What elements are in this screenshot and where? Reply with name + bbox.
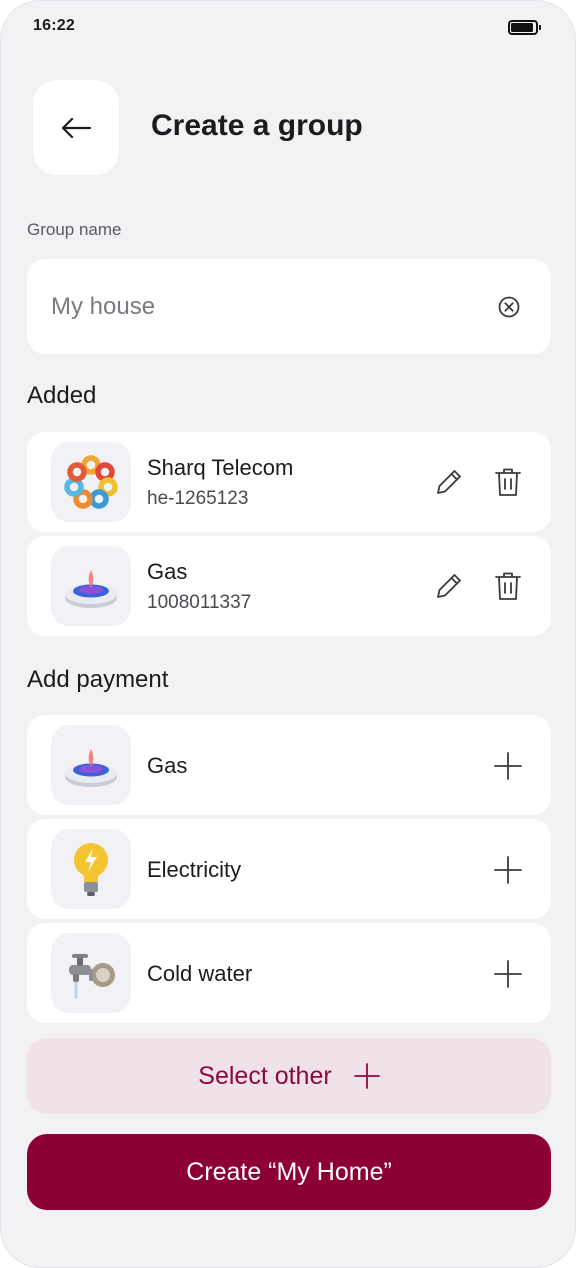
item-account: he-1265123: [147, 488, 249, 509]
added-item-gas[interactable]: Gas 1008011337: [27, 536, 551, 636]
added-section-title: Added: [27, 382, 97, 409]
gas-burner-icon: [51, 546, 131, 626]
water-tap-icon: [51, 933, 131, 1013]
status-time: 16:22: [33, 17, 75, 34]
plus-icon[interactable]: [493, 959, 523, 989]
light-bulb-icon: [51, 829, 131, 909]
select-other-label: Select other: [198, 1061, 332, 1090]
trash-icon[interactable]: [493, 466, 523, 498]
item-title: Sharq Telecom: [147, 455, 294, 480]
add-payment-item-gas[interactable]: Gas: [27, 715, 551, 815]
page-title: Create a group: [151, 109, 363, 142]
item-account: 1008011337: [147, 592, 252, 613]
added-item-sharq-telecom[interactable]: Sharq Telecom he-1265123: [27, 432, 551, 532]
add-payment-item-cold-water[interactable]: Cold water: [27, 923, 551, 1023]
back-button[interactable]: [33, 80, 119, 175]
pencil-icon[interactable]: [433, 570, 465, 602]
plus-icon: [353, 1063, 380, 1089]
trash-icon[interactable]: [493, 570, 523, 602]
sharq-telecom-logo: [51, 442, 131, 522]
gas-burner-icon: [51, 725, 131, 805]
battery-icon: [508, 20, 541, 35]
create-group-button[interactable]: Create “My Home”: [27, 1134, 551, 1210]
group-name-input[interactable]: [51, 287, 471, 327]
item-title: Gas: [147, 559, 188, 584]
group-name-field: [27, 259, 551, 354]
add-payment-section-title: Add payment: [27, 666, 169, 693]
plus-icon[interactable]: [493, 855, 523, 885]
clear-circle-icon[interactable]: [497, 295, 521, 319]
select-other-button[interactable]: Select other: [27, 1038, 551, 1114]
plus-icon[interactable]: [493, 751, 523, 781]
screen: 16:22 Create a group Group name Added: [0, 0, 576, 1268]
group-name-label: Group name: [27, 220, 122, 239]
item-title: Electricity: [147, 857, 242, 882]
item-title: Cold water: [147, 961, 253, 986]
add-payment-item-electricity[interactable]: Electricity: [27, 819, 551, 919]
item-title: Gas: [147, 753, 188, 778]
pencil-icon[interactable]: [433, 466, 465, 498]
create-group-label: Create “My Home”: [186, 1157, 392, 1186]
arrow-left-icon: [61, 117, 92, 138]
